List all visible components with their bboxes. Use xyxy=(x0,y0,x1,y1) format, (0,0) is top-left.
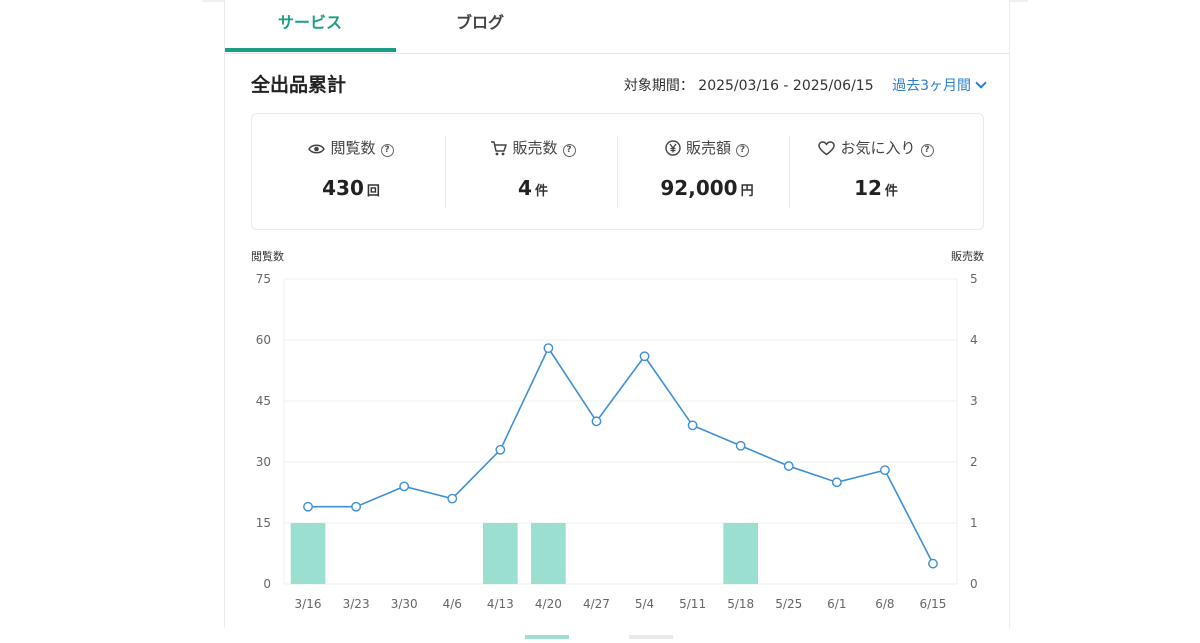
stat-views: 閲覧数? 430 回 xyxy=(260,114,442,229)
stat-favorites-unit: 件 xyxy=(884,184,898,199)
x-tick-label: 5/11 xyxy=(679,597,706,611)
stat-sales-amount: 販売額? 92,000 円 xyxy=(616,114,798,229)
tab-bar: サービス ブログ xyxy=(225,0,1009,54)
stat-views-value: 430 xyxy=(322,176,364,200)
stat-sales-amount-unit: 円 xyxy=(740,184,754,199)
stat-sales-amount-value: 92,000 xyxy=(660,176,738,200)
right-tick-label: 0 xyxy=(970,577,978,591)
right-tick-label: 1 xyxy=(970,516,978,530)
x-tick-label: 5/25 xyxy=(775,597,802,611)
left-tick-label: 75 xyxy=(256,272,271,286)
views-point xyxy=(351,501,362,512)
views-point xyxy=(735,440,746,451)
x-tick-label: 6/15 xyxy=(919,597,946,611)
x-tick-label: 4/20 xyxy=(535,597,562,611)
cart-icon xyxy=(491,141,508,156)
tab-services-label: サービス xyxy=(277,13,342,32)
views-point xyxy=(928,558,938,569)
heart-icon xyxy=(818,141,836,156)
period-range: 2025/03/16 - 2025/06/15 xyxy=(698,78,874,94)
eye-icon xyxy=(308,144,326,154)
views-sales-chart: 015304560750123453/16 3/23 3/30 4/6 4/13 4/20… xyxy=(256,272,978,611)
views-line xyxy=(308,346,934,565)
views-point xyxy=(495,444,506,455)
sales-bar xyxy=(483,523,518,584)
sales-bar xyxy=(531,523,566,584)
period-label: 対象期間： xyxy=(623,78,694,94)
views-point xyxy=(783,461,794,471)
help-icon[interactable]: ? xyxy=(736,144,749,157)
views-point xyxy=(639,351,650,362)
tab-blog[interactable]: ブログ xyxy=(395,0,565,53)
help-icon[interactable]: ? xyxy=(562,144,576,157)
tab-blog-label: ブログ xyxy=(455,13,504,32)
tab-services[interactable]: サービス xyxy=(225,0,395,53)
views-point xyxy=(543,343,554,354)
help-icon[interactable]: ? xyxy=(920,144,934,157)
right-tick-label: 5 xyxy=(970,272,978,286)
chevron-down-icon xyxy=(975,77,987,89)
left-tick-label: 45 xyxy=(256,394,271,408)
views-point xyxy=(879,465,890,476)
x-tick-label: 4/6 xyxy=(443,597,462,611)
x-tick-label: 4/27 xyxy=(583,597,610,611)
active-tab-indicator xyxy=(225,48,396,52)
x-tick-label: 4/13 xyxy=(487,597,514,611)
sales-bar xyxy=(723,523,758,584)
stat-views-label-row: 閲覧数? xyxy=(260,137,442,158)
stat-sales-amount-value-row: 92,000 円 xyxy=(616,176,798,200)
chart-legend xyxy=(525,624,733,643)
stats-summary-card: 閲覧数? 430 回 販売数? 4件 販売額 ? 92,000 円 お気に入り … xyxy=(251,113,984,230)
help-icon[interactable]: ? xyxy=(380,144,394,157)
yen-icon xyxy=(665,140,681,156)
stat-sales-amount-label: 販売額 xyxy=(685,139,731,157)
period-selector-row: 対象期間： 2025/03/16 - 2025/06/15 過去3ヶ月間 xyxy=(623,75,987,95)
views-point xyxy=(591,416,602,427)
right-tick-label: 3 xyxy=(970,394,978,408)
views-point xyxy=(303,501,313,512)
left-tick-label: 0 xyxy=(263,577,271,591)
stat-sales-count-value-row: 4件 xyxy=(442,176,624,200)
stat-sales-count-label-row: 販売数? xyxy=(442,137,624,158)
x-tick-label: 5/18 xyxy=(727,597,754,611)
x-tick-label: 6/1 xyxy=(827,597,846,611)
views-point xyxy=(831,477,842,488)
stat-views-value-row: 430 回 xyxy=(260,176,442,200)
x-tick-label: 3/16 xyxy=(295,597,322,611)
stat-favorites-label-row: お気に入り? xyxy=(785,137,967,158)
stat-sales-count: 販売数? 4件 xyxy=(442,114,624,229)
analytics-panel: サービス ブログ 全出品累計 対象期間： 2025/03/16 - 2025/0… xyxy=(224,0,1010,639)
stat-sales-amount-label-row: 販売額? xyxy=(616,137,798,158)
x-tick-label: 3/30 xyxy=(391,597,418,611)
period-dropdown[interactable]: 過去3ヶ月間 xyxy=(892,77,987,94)
x-tick-label: 6/8 xyxy=(875,597,894,611)
sales-bar xyxy=(290,523,326,584)
left-tick-label: 15 xyxy=(256,516,271,530)
legend-views-swatch[interactable] xyxy=(629,635,673,639)
stat-favorites-label: お気に入り xyxy=(840,139,916,157)
stat-views-unit: 回 xyxy=(366,184,380,199)
right-tick-label: 4 xyxy=(970,333,978,347)
views-point xyxy=(447,493,458,504)
views-point xyxy=(399,481,410,492)
left-tick-label: 60 xyxy=(256,333,271,347)
legend-sales-swatch[interactable] xyxy=(525,635,569,639)
right-tick-label: 2 xyxy=(970,455,978,469)
x-tick-label: 3/23 xyxy=(343,597,370,611)
left-tick-label: 30 xyxy=(256,455,271,469)
stat-favorites-value-row: 12 件 xyxy=(785,176,967,200)
stat-favorites-value: 12 xyxy=(854,176,882,200)
section-title: 全出品累計 xyxy=(251,74,347,96)
stat-views-label: 閲覧数 xyxy=(330,139,376,157)
stat-sales-count-value: 4 xyxy=(518,176,532,200)
x-tick-label: 5/4 xyxy=(635,597,654,611)
views-point xyxy=(687,420,698,431)
period-dropdown-label: 過去3ヶ月間 xyxy=(892,78,971,94)
stat-sales-count-unit: 件 xyxy=(534,184,548,199)
stat-sales-count-label: 販売数 xyxy=(512,139,558,157)
stat-favorites: お気に入り? 12 件 xyxy=(785,114,967,229)
